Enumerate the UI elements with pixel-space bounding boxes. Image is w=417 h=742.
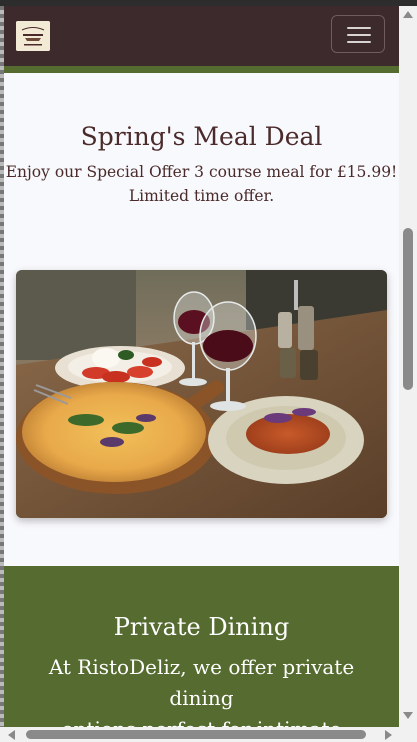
logo-icon [16,21,50,51]
promo-description: Enjoy our Special Offer 3 course meal fo… [4,160,399,208]
promo-line-2: Limited time offer. [128,187,275,205]
hamburger-menu-icon [347,27,371,29]
vertical-scrollbar[interactable] [399,6,417,727]
meal-deal-image [16,270,387,518]
hamburger-menu-icon [347,41,371,43]
horizontal-scrollbar[interactable] [0,727,417,742]
private-dining-section: Private Dining At RistoDeliz, we offer p… [4,566,399,727]
scroll-right-arrow-icon[interactable] [385,730,392,740]
scroll-left-arrow-icon[interactable] [8,730,15,740]
private-dining-title: Private Dining [113,613,290,641]
private-dining-line-1: At RistoDeliz, we offer private dining [48,655,355,710]
horizontal-scroll-thumb[interactable] [26,730,366,739]
page-viewport: Spring's Meal Deal Enjoy our Special Off… [4,6,399,727]
vertical-scroll-thumb[interactable] [403,228,413,390]
private-dining-description: At RistoDeliz, we offer private dining o… [14,652,389,727]
food-photo [16,270,387,518]
brand-logo[interactable] [16,21,50,51]
scroll-down-arrow-icon[interactable] [403,712,413,719]
navbar-accent-bar [4,66,399,73]
hamburger-menu-icon [347,34,371,36]
private-dining-line-2: options perfect for intimate [14,714,389,727]
navbar-toggle-button[interactable] [331,15,385,53]
scroll-up-arrow-icon[interactable] [403,11,413,18]
navbar [4,6,399,66]
promo-title: Spring's Meal Deal [80,122,323,151]
promo-line-1: Enjoy our Special Offer 3 course meal fo… [5,163,398,181]
